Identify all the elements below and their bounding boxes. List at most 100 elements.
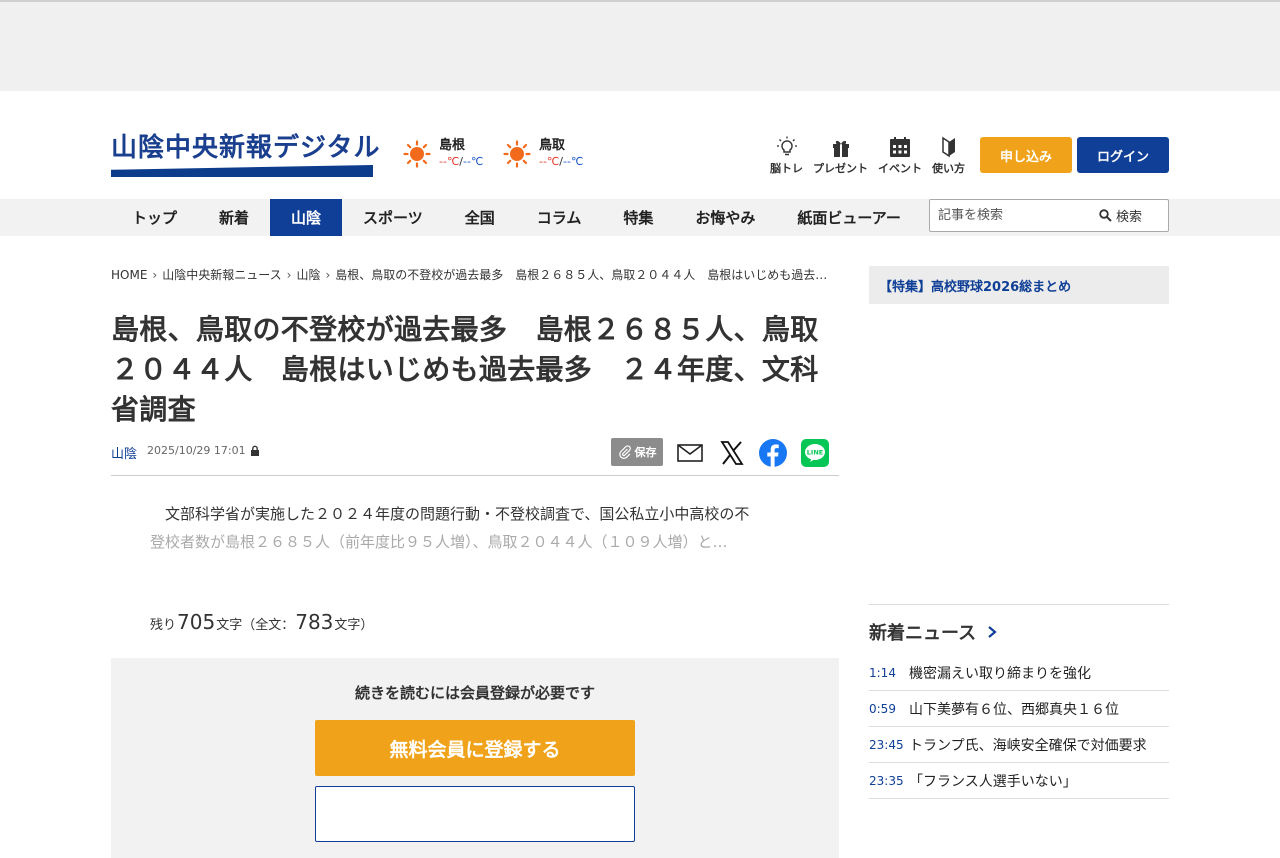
- article-main: HOME › 山陰中央新報ニュース › 山陰 › 島根、鳥取の不登校が過去最多 …: [111, 236, 839, 858]
- search-input[interactable]: [930, 208, 1095, 223]
- nav-item-national[interactable]: 全国: [444, 199, 516, 236]
- news-title: 山下美夢有６位、西郷真央１６位: [909, 701, 1119, 718]
- search-box: 検索: [929, 199, 1169, 232]
- site-logo[interactable]: 山陰中央新報デジタル: [111, 132, 381, 177]
- sidebar: 【特集】高校野球2026総まとめ 新着ニュース 1:14 機密漏えい取り締まりを強…: [869, 266, 1169, 799]
- remain-prefix: 残り: [150, 618, 177, 633]
- news-time: 0:59: [869, 701, 896, 716]
- sidebar-ad: [869, 304, 1169, 604]
- share-x-button[interactable]: [717, 438, 747, 468]
- total-count: 783: [295, 610, 334, 634]
- share-facebook-button[interactable]: [758, 438, 788, 468]
- nav-item-latest[interactable]: 新着: [198, 199, 270, 236]
- icon-label: イベント: [878, 162, 922, 175]
- news-title: 「フランス人選手いない」: [909, 773, 1077, 790]
- brain-training-link[interactable]: 脳トレ: [770, 136, 803, 176]
- weather-temp: --℃/--℃: [439, 154, 483, 170]
- beginner-mark-icon: [941, 136, 955, 158]
- article-category[interactable]: 山陰: [111, 443, 137, 462]
- news-time: 23:45: [869, 737, 904, 752]
- news-heading-text: 新着ニュース: [869, 623, 977, 644]
- news-title: トランプ氏、海峡安全確保で対価要求: [909, 737, 1147, 754]
- remain-mid: 文字（全文：: [216, 618, 295, 633]
- lightbulb-icon: [776, 136, 797, 156]
- feature-link[interactable]: 【特集】高校野球2026総まとめ: [869, 266, 1169, 304]
- icon-label: 脳トレ: [770, 162, 803, 175]
- nav-item-feature[interactable]: 特集: [602, 199, 674, 236]
- paywall-message: 続きを読むには会員登録が必要です: [354, 684, 595, 702]
- lock-icon: [250, 445, 259, 456]
- ad-banner: [0, 2, 1280, 91]
- logo-underline: [111, 165, 373, 177]
- weather-city: 鳥取: [539, 138, 566, 153]
- nav-item-sanin[interactable]: 山陰: [270, 199, 343, 236]
- chevron-right-icon: ›: [286, 267, 292, 282]
- news-time: 1:14: [869, 665, 896, 680]
- apply-button[interactable]: 申し込み: [980, 137, 1072, 173]
- news-item[interactable]: 23:45 トランプ氏、海峡安全確保で対価要求: [869, 727, 1169, 763]
- save-label: 保存: [634, 446, 657, 459]
- breadcrumb-sanin[interactable]: 山陰: [296, 266, 320, 283]
- search-icon: [1099, 209, 1112, 222]
- chevron-right-icon: ›: [325, 267, 331, 282]
- article-meta: 山陰 2025/10/29 17:01 保存 LINE: [111, 438, 839, 476]
- latest-news-heading[interactable]: 新着ニュース: [869, 604, 1169, 645]
- share-email-button[interactable]: [675, 438, 705, 468]
- nav-items: トップ 新着 山陰 スポーツ 全国 コラム 特集 お悔やみ 紙面ビューアー: [111, 199, 922, 236]
- nav-item-viewer[interactable]: 紙面ビューアー: [776, 199, 922, 236]
- news-list: 1:14 機密漏えい取り締まりを強化 0:59 山下美夢有６位、西郷真央１６位 23…: [869, 655, 1169, 799]
- secondary-button[interactable]: [315, 786, 635, 842]
- present-link[interactable]: プレゼント: [813, 136, 868, 176]
- save-button[interactable]: 保存: [611, 438, 663, 466]
- gift-icon: [832, 140, 849, 157]
- chevron-right-icon: ›: [152, 267, 158, 282]
- breadcrumb: HOME › 山陰中央新報ニュース › 山陰 › 島根、鳥取の不登校が過去最多 …: [111, 266, 839, 283]
- chevron-right-icon: [988, 626, 997, 638]
- how-to-use-link[interactable]: 使い方: [932, 136, 965, 176]
- news-item[interactable]: 23:35 「フランス人選手いない」: [869, 763, 1169, 799]
- weather-city: 島根: [439, 138, 466, 153]
- sun-icon: [503, 140, 531, 168]
- article-date: 2025/10/29 17:01: [147, 444, 260, 457]
- breadcrumb-news[interactable]: 山陰中央新報ニュース: [162, 266, 281, 283]
- paywall-box: 続きを読むには会員登録が必要です 無料会員に登録する: [111, 658, 839, 858]
- news-title: 機密漏えい取り締まりを強化: [909, 665, 1091, 682]
- temp-low: --℃: [563, 155, 584, 168]
- temp-high: --℃: [539, 155, 560, 168]
- news-time: 23:35: [869, 773, 904, 788]
- weather-temp: --℃/--℃: [539, 154, 583, 170]
- weather-shimane[interactable]: 島根 --℃/--℃: [403, 138, 483, 170]
- login-button[interactable]: ログイン: [1077, 137, 1169, 173]
- temp-low: --℃: [463, 155, 484, 168]
- lead-paragraph: 文部科学省が実施した２０２４年度の問題行動・不登校調査で、国公私立小中高校の不: [165, 505, 750, 523]
- logo-text: 山陰中央新報デジタル: [111, 133, 381, 163]
- remain-suffix: 文字）: [334, 618, 374, 633]
- date-text: 2025/10/29 17:01: [147, 444, 246, 457]
- paperclip-icon: [618, 445, 631, 459]
- icon-label: プレゼント: [813, 162, 868, 175]
- nav-item-column[interactable]: コラム: [516, 199, 603, 236]
- article-title: 島根、鳥取の不登校が過去最多 島根２６８５人、鳥取２０４４人 島根はいじめも過去…: [111, 313, 819, 426]
- main-nav: トップ 新着 山陰 スポーツ 全国 コラム 特集 お悔やみ 紙面ビューアー 検索: [0, 199, 1280, 236]
- svg-text:LINE: LINE: [807, 449, 823, 457]
- nav-item-obituary[interactable]: お悔やみ: [674, 199, 776, 236]
- nav-item-top[interactable]: トップ: [111, 199, 198, 236]
- news-item[interactable]: 0:59 山下美夢有６位、西郷真央１６位: [869, 691, 1169, 727]
- search-button[interactable]: 検索: [1099, 206, 1142, 225]
- remain-count: 705: [177, 610, 216, 634]
- breadcrumb-current: 島根、鳥取の不登校が過去最多 島根２６８５人、鳥取２０４４人 島根はいじめも過去…: [335, 268, 839, 282]
- line-icon: LINE: [801, 439, 829, 467]
- article-lead: 文部科学省が実施した２０２４年度の問題行動・不登校調査で、国公私立小中高校の不 …: [111, 500, 839, 556]
- register-button[interactable]: 無料会員に登録する: [315, 720, 635, 776]
- event-link[interactable]: イベント: [878, 136, 922, 176]
- share-line-button[interactable]: LINE: [800, 438, 830, 468]
- site-header: 山陰中央新報デジタル 島根 --℃/--℃ 鳥取 --℃/--℃ 脳トレ プレゼ…: [0, 91, 1280, 199]
- weather-tottori[interactable]: 鳥取 --℃/--℃: [503, 138, 583, 170]
- news-item[interactable]: 1:14 機密漏えい取り締まりを強化: [869, 655, 1169, 691]
- breadcrumb-home[interactable]: HOME: [111, 268, 147, 282]
- nav-item-sports[interactable]: スポーツ: [342, 199, 444, 236]
- temp-high: --℃: [439, 155, 460, 168]
- x-logo-icon: [720, 441, 744, 465]
- facebook-icon: [759, 439, 787, 467]
- lead-paragraph-faded: 登校者数が島根２６８５人（前年度比９５人増）、鳥取２０４４人（１０９人増）と…: [150, 533, 728, 551]
